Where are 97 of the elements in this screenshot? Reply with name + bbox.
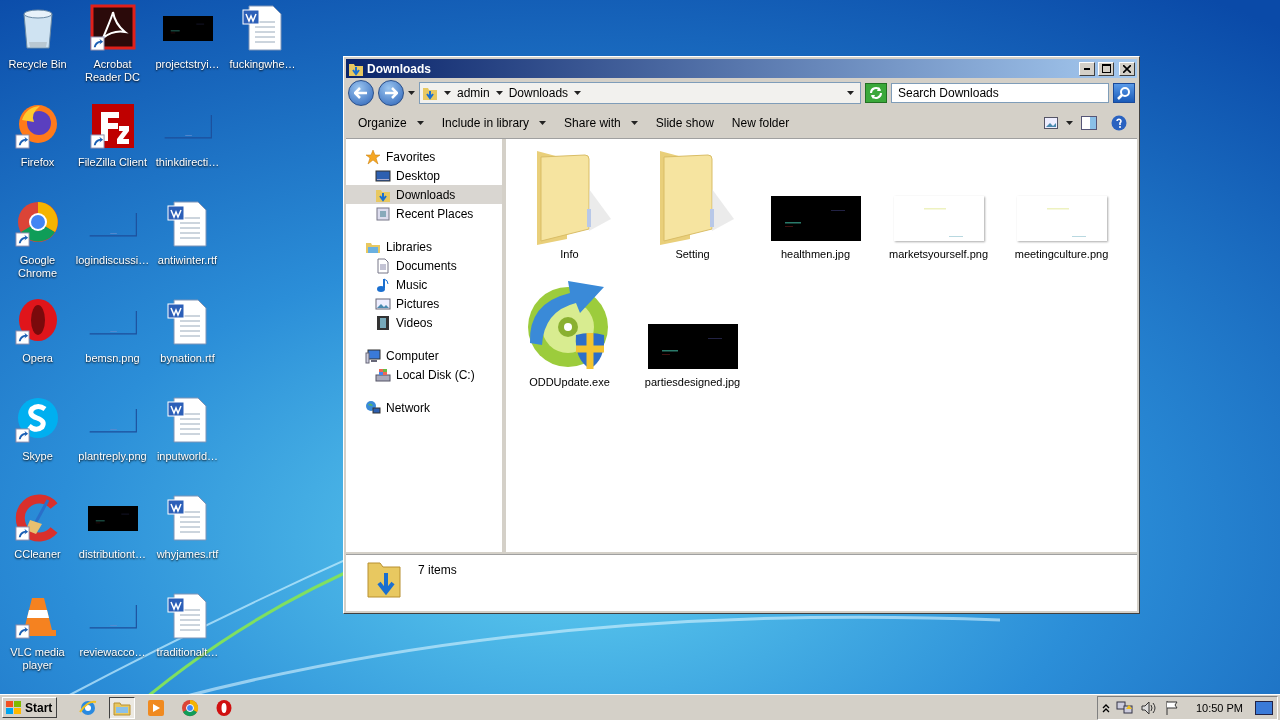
toolbar-button[interactable]: Slide show xyxy=(647,113,722,133)
file-name[interactable]: meetingculture.png xyxy=(1006,248,1117,261)
nav-item[interactable]: Network xyxy=(346,398,502,417)
toolbar-button[interactable]: Include in library xyxy=(433,113,555,133)
nav-item[interactable]: Pictures xyxy=(346,294,502,313)
download-folder-icon xyxy=(366,559,402,599)
desktop-icon-label[interactable]: FileZilla Client xyxy=(75,156,150,169)
nav-item[interactable]: Recent Places xyxy=(346,204,502,223)
desktop-icon-label[interactable]: Recycle Bin xyxy=(0,58,75,71)
show-hidden-icons-icon[interactable] xyxy=(1101,702,1110,713)
back-arrow-icon xyxy=(354,87,368,99)
maximize-icon xyxy=(1101,64,1111,73)
downloads-icon xyxy=(422,85,438,101)
forward-arrow-icon xyxy=(384,87,398,99)
nav-item[interactable]: Libraries xyxy=(346,237,502,256)
file-name[interactable]: Info xyxy=(514,248,625,261)
desktop-icon-label[interactable]: Firefox xyxy=(0,156,75,169)
search-button[interactable] xyxy=(1113,83,1135,103)
back-button[interactable] xyxy=(348,80,374,106)
toolbar-button[interactable]: New folder xyxy=(723,113,798,133)
toolbar-button[interactable]: Organize xyxy=(350,113,432,133)
desktop-icon-label[interactable]: logindiscussi… xyxy=(75,254,150,267)
ie-icon xyxy=(79,698,98,717)
desktop-icon-label[interactable]: Google Chrome xyxy=(0,254,75,280)
toolbar-button[interactable]: Share with xyxy=(556,113,646,133)
desktop-icon-label[interactable]: antiwinter.rtf xyxy=(150,254,225,267)
network-icon[interactable] xyxy=(1115,699,1134,716)
view-caret-icon xyxy=(1066,121,1073,125)
file-name[interactable]: Setting xyxy=(637,248,748,261)
desktop-icon-label[interactable]: bemsn.png xyxy=(75,352,150,365)
desktop-icon-label[interactable]: Skype xyxy=(0,450,75,463)
nav-item[interactable]: Computer xyxy=(346,346,502,365)
item-count: 7 items xyxy=(418,563,457,577)
maximize-button[interactable] xyxy=(1098,61,1114,76)
help-icon xyxy=(1111,115,1127,131)
pictures-icon xyxy=(375,295,391,312)
window-title: Downloads xyxy=(367,61,432,76)
address-bar[interactable]: admin Downloads xyxy=(419,82,861,104)
computer-icon xyxy=(365,347,381,364)
desktop-icon-label[interactable]: Acrobat Reader DC xyxy=(75,58,150,84)
nav-item[interactable]: Videos xyxy=(346,313,502,332)
nav-item[interactable]: Local Disk (C:) xyxy=(346,365,502,384)
caret-icon xyxy=(416,121,424,125)
recent-icon xyxy=(375,205,391,222)
documents-icon xyxy=(375,257,391,274)
nav-item[interactable]: Desktop xyxy=(346,166,502,185)
breadcrumb-item[interactable]: admin xyxy=(457,86,490,100)
nav-item[interactable]: Documents xyxy=(346,256,502,275)
desktop-icon-label[interactable]: VLC media player xyxy=(0,646,75,672)
file-name[interactable]: healthmen.jpg xyxy=(760,248,871,261)
close-button[interactable] xyxy=(1119,61,1135,76)
close-icon xyxy=(1123,64,1131,73)
music-icon xyxy=(375,276,391,293)
show-desktop-icon[interactable] xyxy=(1255,700,1273,715)
caret-icon xyxy=(574,91,582,95)
windows-logo-icon xyxy=(5,699,23,716)
dropdown-caret-icon xyxy=(847,91,854,95)
desktop-icon xyxy=(375,167,391,184)
file-name[interactable]: ODDUpdate.exe xyxy=(514,376,625,389)
opera-icon xyxy=(215,698,234,717)
nav-item[interactable]: Music xyxy=(346,275,502,294)
desktop-icon-label[interactable]: fuckingwhe… xyxy=(225,58,300,71)
caret-icon xyxy=(630,121,638,125)
disk-icon xyxy=(375,366,391,383)
desktop-icon-label[interactable]: thinkdirecti… xyxy=(150,156,225,169)
forward-button[interactable] xyxy=(378,80,404,106)
nav-item[interactable]: Downloads xyxy=(346,185,502,204)
volume-icon[interactable] xyxy=(1139,699,1158,716)
desktop-icon-label[interactable]: Opera xyxy=(0,352,75,365)
minimize-button[interactable] xyxy=(1079,61,1095,76)
search-icon xyxy=(1117,86,1131,100)
refresh-icon xyxy=(869,86,883,100)
file-name[interactable]: marketsyourself.png xyxy=(883,248,994,261)
file-name[interactable]: partiesdesigned.jpg xyxy=(637,376,748,389)
caret-icon xyxy=(495,91,503,95)
star-icon xyxy=(365,148,381,165)
media-icon xyxy=(147,698,166,717)
caret-icon xyxy=(444,91,451,95)
refresh-button[interactable] xyxy=(865,83,887,103)
nav-item[interactable]: Favorites xyxy=(346,147,502,166)
minimize-icon xyxy=(1084,67,1090,70)
chrome-icon xyxy=(181,698,200,717)
network-icon xyxy=(365,399,381,416)
flag-icon[interactable] xyxy=(1163,699,1180,716)
search-field[interactable]: Search Downloads xyxy=(891,83,1109,103)
explorer-taskbar-icon[interactable] xyxy=(109,696,136,719)
preview-pane-icon xyxy=(1081,116,1097,130)
acrobat-icon[interactable] xyxy=(88,4,137,52)
desktop-icon-label[interactable]: projectstryi… xyxy=(150,58,225,71)
videos-icon xyxy=(375,314,391,331)
picture-view-icon xyxy=(1044,117,1058,129)
breadcrumb-item[interactable]: Downloads xyxy=(508,86,569,100)
history-caret-icon xyxy=(408,91,415,95)
caret-icon xyxy=(539,121,547,125)
start-button[interactable]: Start xyxy=(2,697,58,718)
desktop-icon-label[interactable]: CCleaner xyxy=(0,548,75,561)
clock[interactable]: 10:50 PM xyxy=(1195,701,1243,714)
